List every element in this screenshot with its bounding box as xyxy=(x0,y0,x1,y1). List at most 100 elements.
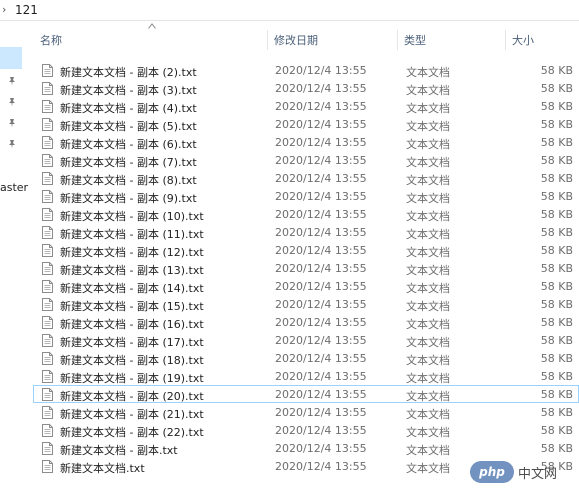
file-size: 58 KB xyxy=(540,154,573,167)
file-name[interactable]: 新建文本文档 - 副本.txt xyxy=(60,442,178,458)
breadcrumb-folder[interactable]: 121 xyxy=(15,3,38,17)
file-row[interactable]: 新建文本文档 - 副本 (3).txt 2020/12/4 13:55 文本文档 58… xyxy=(33,79,579,97)
watermark-logo: php xyxy=(470,461,514,483)
nav-selected-item[interactable] xyxy=(0,47,22,69)
file-name[interactable]: 新建文本文档.txt xyxy=(60,460,145,476)
file-name[interactable]: 新建文本文档 - 副本 (13).txt xyxy=(60,262,204,278)
file-modified-date: 2020/12/4 13:55 xyxy=(275,172,367,185)
file-list: 新建文本文档 - 副本 (2).txt 2020/12/4 13:55 文本文档 58… xyxy=(33,61,579,475)
file-modified-date: 2020/12/4 13:55 xyxy=(275,82,367,95)
file-row[interactable]: 新建文本文档 - 副本 (4).txt 2020/12/4 13:55 文本文档 58… xyxy=(33,97,579,115)
column-divider[interactable] xyxy=(397,30,398,50)
file-name[interactable]: 新建文本文档 - 副本 (15).txt xyxy=(60,298,204,314)
file-row[interactable]: 新建文本文档 - 副本 (7).txt 2020/12/4 13:55 文本文档 58… xyxy=(33,151,579,169)
text-file-icon xyxy=(42,100,53,113)
file-modified-date: 2020/12/4 13:55 xyxy=(275,442,367,455)
file-row[interactable]: 新建文本文档 - 副本 (14).txt 2020/12/4 13:55 文本文档 5… xyxy=(33,277,579,295)
file-size: 58 KB xyxy=(540,442,573,455)
file-size: 58 KB xyxy=(540,298,573,311)
file-modified-date: 2020/12/4 13:55 xyxy=(275,262,367,275)
file-row[interactable]: 新建文本文档 - 副本 (11).txt 2020/12/4 13:55 文本文档 5… xyxy=(33,223,579,241)
file-row[interactable]: 新建文本文档 - 副本.txt 2020/12/4 13:55 文本文档 58 KB xyxy=(33,439,579,457)
pin-icon xyxy=(9,140,15,149)
file-row[interactable]: 新建文本文档 - 副本 (20).txt 2020/12/4 13:55 文本文档 5… xyxy=(33,385,579,403)
column-divider[interactable] xyxy=(267,30,268,50)
file-type: 文本文档 xyxy=(406,372,450,385)
file-row[interactable]: 新建文本文档 - 副本 (9).txt 2020/12/4 13:55 文本文档 58… xyxy=(33,187,579,205)
file-name[interactable]: 新建文本文档 - 副本 (2).txt xyxy=(60,64,197,80)
file-name[interactable]: 新建文本文档 - 副本 (21).txt xyxy=(60,406,204,422)
file-row[interactable]: 新建文本文档 - 副本 (13).txt 2020/12/4 13:55 文本文档 5… xyxy=(33,259,579,277)
file-type: 文本文档 xyxy=(406,282,450,295)
text-file-icon xyxy=(42,136,53,149)
pin-icon xyxy=(9,98,15,107)
text-file-icon xyxy=(42,460,53,473)
text-file-icon xyxy=(42,406,53,419)
file-name[interactable]: 新建文本文档 - 副本 (20).txt xyxy=(60,388,204,404)
file-name[interactable]: 新建文本文档 - 副本 (17).txt xyxy=(60,334,204,350)
file-size: 58 KB xyxy=(540,136,573,149)
text-file-icon xyxy=(42,172,53,185)
column-type-header[interactable]: 类型 xyxy=(404,32,426,48)
file-row[interactable]: 新建文本文档 - 副本 (16).txt 2020/12/4 13:55 文本文档 5… xyxy=(33,313,579,331)
file-row[interactable]: 新建文本文档 - 副本 (10).txt 2020/12/4 13:55 文本文档 5… xyxy=(33,205,579,223)
navigation-pane: aster xyxy=(0,21,28,497)
file-name[interactable]: 新建文本文档 - 副本 (5).txt xyxy=(60,118,197,134)
file-row[interactable]: 新建文本文档 - 副本 (12).txt 2020/12/4 13:55 文本文档 5… xyxy=(33,241,579,259)
text-file-icon xyxy=(42,208,53,221)
file-name[interactable]: 新建文本文档 - 副本 (16).txt xyxy=(60,316,204,332)
file-name[interactable]: 新建文本文档 - 副本 (4).txt xyxy=(60,100,197,116)
file-type: 文本文档 xyxy=(406,354,450,367)
file-row[interactable]: 新建文本文档 - 副本 (2).txt 2020/12/4 13:55 文本文档 58… xyxy=(33,61,579,79)
text-file-icon xyxy=(42,442,53,455)
file-modified-date: 2020/12/4 13:55 xyxy=(275,100,367,113)
file-name[interactable]: 新建文本文档 - 副本 (12).txt xyxy=(60,244,204,260)
file-name[interactable]: 新建文本文档 - 副本 (11).txt xyxy=(60,226,204,242)
file-row[interactable]: 新建文本文档 - 副本 (18).txt 2020/12/4 13:55 文本文档 5… xyxy=(33,349,579,367)
file-type: 文本文档 xyxy=(406,300,450,313)
file-size: 58 KB xyxy=(540,370,573,383)
column-date-header[interactable]: 修改日期 xyxy=(274,32,318,48)
file-name[interactable]: 新建文本文档 - 副本 (9).txt xyxy=(60,190,197,206)
file-type: 文本文档 xyxy=(406,84,450,97)
text-file-icon xyxy=(42,424,53,437)
file-name[interactable]: 新建文本文档 - 副本 (7).txt xyxy=(60,154,197,170)
file-name[interactable]: 新建文本文档 - 副本 (8).txt xyxy=(60,172,197,188)
file-type: 文本文档 xyxy=(406,246,450,259)
breadcrumb-chevron-icon[interactable]: › xyxy=(2,3,6,16)
file-row[interactable]: 新建文本文档 - 副本 (5).txt 2020/12/4 13:55 文本文档 58… xyxy=(33,115,579,133)
file-row[interactable]: 新建文本文档 - 副本 (19).txt 2020/12/4 13:55 文本文档 5… xyxy=(33,367,579,385)
file-row[interactable]: 新建文本文档 - 副本 (6).txt 2020/12/4 13:55 文本文档 58… xyxy=(33,133,579,151)
file-type: 文本文档 xyxy=(406,228,450,241)
file-name[interactable]: 新建文本文档 - 副本 (10).txt xyxy=(60,208,204,224)
file-row[interactable]: 新建文本文档 - 副本 (15).txt 2020/12/4 13:55 文本文档 5… xyxy=(33,295,579,313)
file-size: 58 KB xyxy=(540,82,573,95)
text-file-icon xyxy=(42,370,53,383)
file-size: 58 KB xyxy=(540,172,573,185)
file-name[interactable]: 新建文本文档 - 副本 (3).txt xyxy=(60,82,197,98)
file-name[interactable]: 新建文本文档 - 副本 (19).txt xyxy=(60,370,204,386)
file-modified-date: 2020/12/4 13:55 xyxy=(275,226,367,239)
file-modified-date: 2020/12/4 13:55 xyxy=(275,298,367,311)
column-name-header[interactable]: 名称 xyxy=(40,32,62,48)
text-file-icon xyxy=(42,352,53,365)
file-type: 文本文档 xyxy=(406,336,450,349)
file-name[interactable]: 新建文本文档 - 副本 (6).txt xyxy=(60,136,197,152)
file-row[interactable]: 新建文本文档 - 副本 (21).txt 2020/12/4 13:55 文本文档 5… xyxy=(33,403,579,421)
file-size: 58 KB xyxy=(540,424,573,437)
file-modified-date: 2020/12/4 13:55 xyxy=(275,136,367,149)
text-file-icon xyxy=(42,244,53,257)
watermark: php 中文网 xyxy=(470,458,574,486)
column-size-header[interactable]: 大小 xyxy=(512,32,534,48)
file-row[interactable]: 新建文本文档 - 副本 (22).txt 2020/12/4 13:55 文本文档 5… xyxy=(33,421,579,439)
file-size: 58 KB xyxy=(540,190,573,203)
file-name[interactable]: 新建文本文档 - 副本 (18).txt xyxy=(60,352,204,368)
text-file-icon xyxy=(42,190,53,203)
file-row[interactable]: 新建文本文档 - 副本 (8).txt 2020/12/4 13:55 文本文档 58… xyxy=(33,169,579,187)
file-name[interactable]: 新建文本文档 - 副本 (22).txt xyxy=(60,424,204,440)
file-name[interactable]: 新建文本文档 - 副本 (14).txt xyxy=(60,280,204,296)
file-row[interactable]: 新建文本文档 - 副本 (17).txt 2020/12/4 13:55 文本文档 5… xyxy=(33,331,579,349)
nav-item-label[interactable]: aster xyxy=(0,181,28,194)
file-size: 58 KB xyxy=(540,208,573,221)
column-divider[interactable] xyxy=(505,30,506,50)
